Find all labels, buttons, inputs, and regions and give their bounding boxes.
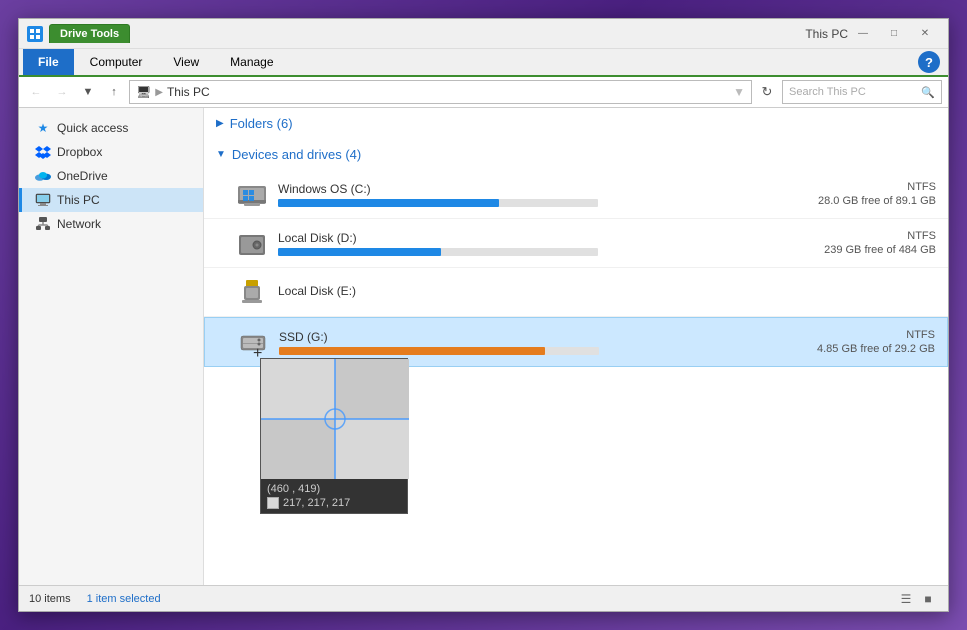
drive-g-fs: NTFS [775, 329, 935, 341]
address-path[interactable]: 🖥 ▶ This PC ▼ [129, 80, 752, 104]
sidebar-item-thispc[interactable]: This PC [19, 188, 203, 212]
drive-c-icon [236, 178, 268, 210]
drive-d-size: 239 GB free of 484 GB [776, 244, 936, 256]
tab-computer[interactable]: Computer [75, 49, 158, 75]
drive-c-size: 28.0 GB free of 89.1 GB [776, 195, 936, 207]
window-icon [27, 26, 43, 42]
drive-tools-tab[interactable]: Drive Tools [49, 24, 130, 43]
ribbon-tabs: File Computer View Manage ? [19, 49, 948, 75]
sidebar-item-network[interactable]: Network [19, 212, 203, 236]
drive-c-name: Windows OS (C:) [278, 182, 766, 196]
drive-c-bar [278, 199, 598, 207]
sidebar-label-dropbox: Dropbox [57, 145, 102, 159]
sidebar-label-thispc: This PC [57, 193, 100, 207]
sidebar-item-quick-access[interactable]: ★ Quick access [19, 116, 203, 140]
drive-g-bar [279, 347, 599, 355]
search-icon: 🔍 [921, 86, 935, 99]
explorer-window: Drive Tools This PC — □ ✕ File Computer … [18, 18, 949, 612]
preview-info: (460 , 419) 217, 217, 217 [261, 479, 407, 513]
devices-chevron: ▼ [216, 149, 226, 160]
addressbar: ← → ▼ ↑ 🖥 ▶ This PC ▼ ↻ Search This PC 🔍 [19, 77, 948, 108]
refresh-button[interactable]: ↻ [756, 81, 778, 103]
up-button[interactable]: ↑ [103, 81, 125, 103]
recent-locations-button[interactable]: ▼ [77, 81, 99, 103]
drive-g-fill [279, 347, 545, 355]
search-placeholder: Search This PC [789, 86, 917, 98]
preview-popup: (460 , 419) 217, 217, 217 [260, 358, 408, 514]
drive-d-bar [278, 248, 598, 256]
sidebar-label-quick-access: Quick access [57, 121, 128, 135]
sidebar-item-dropbox[interactable]: Dropbox [19, 140, 203, 164]
sidebar-label-network: Network [57, 217, 101, 231]
folders-title: Folders (6) [230, 116, 293, 131]
drive-g-name: SSD (G:) [279, 330, 765, 344]
titlebar: Drive Tools This PC — □ ✕ [19, 19, 948, 49]
window-controls: — □ ✕ [848, 24, 940, 44]
path-current: This PC [167, 85, 210, 99]
search-box[interactable]: Search This PC 🔍 [782, 80, 942, 104]
drive-e-icon [236, 276, 268, 308]
drive-c-fill [278, 199, 499, 207]
computer-icon: 🖥 [136, 85, 151, 99]
titlebar-tabs: Drive Tools [49, 24, 797, 43]
folders-section-header[interactable]: ▶ Folders (6) [204, 108, 948, 139]
preview-rgb-value: 217, 217, 217 [283, 497, 350, 509]
minimize-button[interactable]: — [848, 24, 878, 44]
sidebar-label-onedrive: OneDrive [57, 169, 108, 183]
drive-d-name: Local Disk (D:) [278, 231, 766, 245]
tab-manage[interactable]: Manage [215, 49, 288, 75]
window-title: This PC [805, 27, 848, 41]
drive-c-fs: NTFS [776, 181, 936, 193]
preview-coords: (460 , 419) [267, 483, 401, 495]
back-button[interactable]: ← [25, 81, 47, 103]
preview-rgb: 217, 217, 217 [267, 497, 401, 509]
statusbar: 10 items 1 item selected ☰ ■ [19, 585, 948, 611]
forward-button[interactable]: → [51, 81, 73, 103]
drive-e-name: Local Disk (E:) [278, 284, 766, 298]
drive-g-meta: NTFS 4.85 GB free of 29.2 GB [775, 329, 935, 355]
drive-e[interactable]: Local Disk (E:) [204, 268, 948, 317]
help-button[interactable]: ? [918, 51, 940, 73]
drive-d-fill [278, 248, 441, 256]
sidebar-item-onedrive[interactable]: OneDrive [19, 164, 203, 188]
drive-d-meta: NTFS 239 GB free of 484 GB [776, 230, 936, 256]
status-selected: 1 item selected [87, 593, 161, 605]
path-separator: ▶ [155, 87, 163, 98]
computer-icon [35, 192, 51, 208]
maximize-button[interactable]: □ [879, 24, 909, 44]
details-view-button[interactable]: ☰ [896, 589, 916, 609]
tab-view[interactable]: View [158, 49, 214, 75]
drive-g-size: 4.85 GB free of 29.2 GB [775, 343, 935, 355]
main-content: ★ Quick access Dropbox [19, 108, 948, 585]
drive-e-info: Local Disk (E:) [278, 284, 766, 301]
drive-d-info: Local Disk (D:) [278, 231, 766, 256]
folders-chevron: ▶ [216, 118, 224, 129]
star-icon: ★ [35, 120, 51, 136]
drive-d[interactable]: Local Disk (D:) NTFS 239 GB free of 484 … [204, 219, 948, 268]
status-items-count: 10 items [29, 593, 71, 605]
drive-c[interactable]: Windows OS (C:) NTFS 28.0 GB free of 89.… [204, 170, 948, 219]
color-swatch [267, 497, 279, 509]
ribbon: File Computer View Manage ? [19, 49, 948, 77]
drive-d-icon [236, 227, 268, 259]
onedrive-icon [35, 168, 51, 184]
drive-d-fs: NTFS [776, 230, 936, 242]
drive-g-info: SSD (G:) [279, 330, 765, 355]
sidebar: ★ Quick access Dropbox [19, 108, 204, 585]
tiles-view-button[interactable]: ■ [918, 589, 938, 609]
close-button[interactable]: ✕ [910, 24, 940, 44]
devices-title: Devices and drives (4) [232, 147, 361, 162]
drive-c-info: Windows OS (C:) [278, 182, 766, 207]
view-icons: ☰ ■ [896, 589, 938, 609]
devices-section-header[interactable]: ▼ Devices and drives (4) [204, 139, 948, 170]
tab-file[interactable]: File [23, 49, 74, 75]
drive-c-meta: NTFS 28.0 GB free of 89.1 GB [776, 181, 936, 207]
network-icon [35, 216, 51, 232]
preview-image [261, 359, 409, 479]
dropbox-icon [35, 144, 51, 160]
path-dropdown-arrow[interactable]: ▼ [733, 85, 745, 99]
